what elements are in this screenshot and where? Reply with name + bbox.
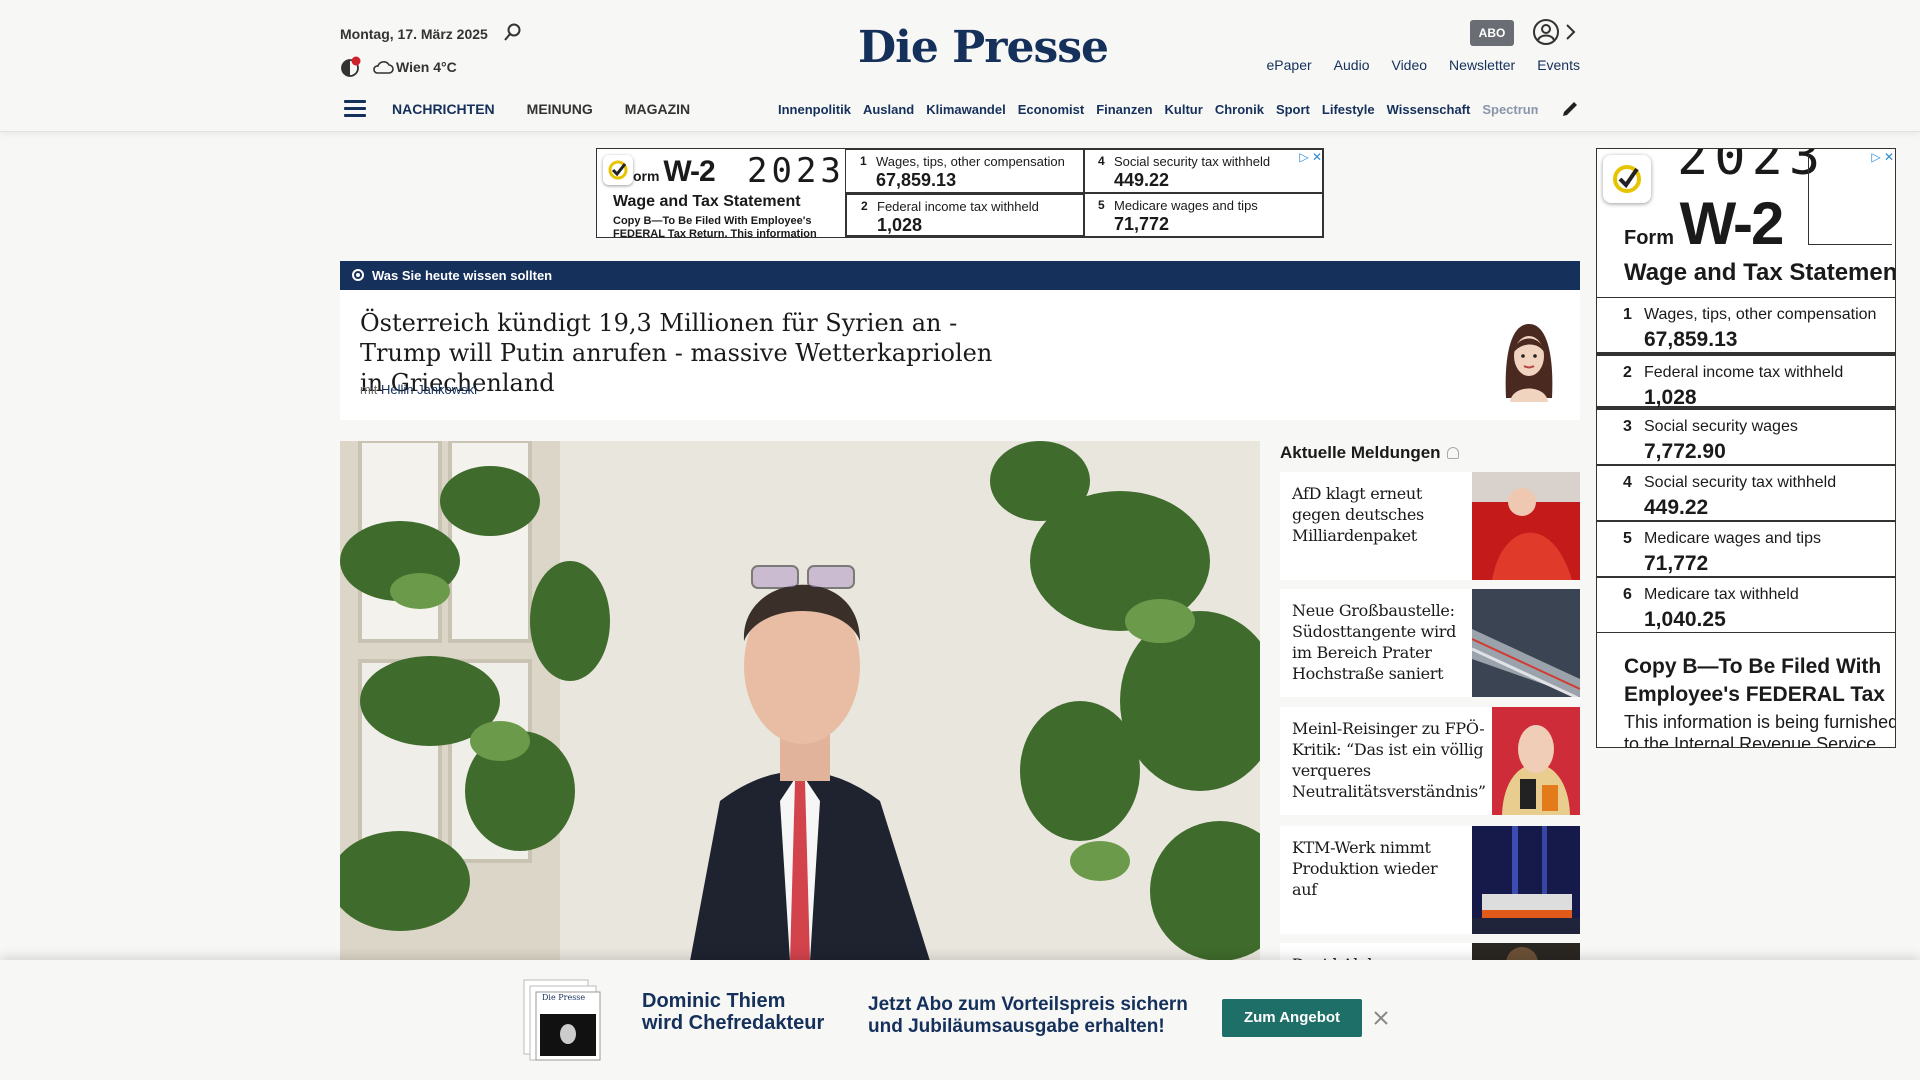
ad-copy-b: Copy B—To Be Filed With Employee's FEDER…	[613, 215, 817, 237]
link-events[interactable]: Events	[1537, 57, 1580, 73]
sky-row-2: 2 Federal income tax withheld 1,028	[1597, 353, 1895, 409]
news-item[interactable]: Neue Großbaustelle: Südosttangente wird …	[1280, 589, 1580, 697]
news-item[interactable]: KTM-Werk nimmt Produktion wieder auf	[1280, 826, 1580, 934]
ad-cell-5: 5 Medicare wages and tips 71,772	[1083, 193, 1323, 237]
nav-kultur[interactable]: Kultur	[1165, 102, 1203, 117]
news-item-image	[1472, 589, 1580, 697]
ad-cell-1: 1 Wages, tips, other compensation 67,859.1…	[845, 149, 1085, 193]
briefing-label: Was Sie heute wissen sollten	[372, 268, 553, 283]
svg-text:Die Presse: Die Presse	[542, 993, 585, 1002]
sky-copy-b: Copy B—To Be Filed With Employee's FEDERA…	[1624, 655, 1885, 706]
check-badge-icon	[603, 155, 633, 185]
sky-row-5: 5 Medicare wages and tips 71,772	[1597, 521, 1895, 577]
ad-cell-4: 4 Social security tax withheld 449.22	[1083, 149, 1323, 193]
sky-year: 2023	[1677, 148, 1827, 187]
news-item-image	[1472, 472, 1580, 580]
main-navigation: NACHRICHTEN MEINUNG MAGAZIN Innenpolitik…	[340, 97, 1580, 123]
top-links: ePaper Audio Video Newsletter Events	[1267, 57, 1580, 73]
news-item-text: KTM-Werk nimmt Produktion wieder auf	[1292, 838, 1438, 899]
sky-info: This information is being furnished to th…	[1624, 712, 1896, 748]
news-item[interactable]: Meinl-Reisinger zu FPÖ-Kritik: “Das ist …	[1280, 707, 1580, 815]
nav-nachrichten[interactable]: NACHRICHTEN	[392, 101, 495, 117]
nav-wissenschaft[interactable]: Wissenschaft	[1387, 102, 1471, 117]
bell-icon[interactable]	[1446, 447, 1459, 459]
sky-row-1: 1 Wages, tips, other compensation 67,859.1…	[1597, 297, 1895, 353]
nav-ausland[interactable]: Ausland	[863, 102, 914, 117]
briefing-card[interactable]: Österreich kündigt 19,3 Millionen für Sy…	[340, 290, 1580, 420]
sky-row-6: 6 Medicare tax withheld 1,040.25	[1597, 577, 1895, 633]
nav-finanzen[interactable]: Finanzen	[1096, 102, 1152, 117]
link-video[interactable]: Video	[1391, 57, 1427, 73]
link-newsletter[interactable]: Newsletter	[1449, 57, 1515, 73]
link-epaper[interactable]: ePaper	[1267, 57, 1312, 73]
news-section-title: Aktuelle Meldungen	[1280, 443, 1459, 463]
nav-lifestyle[interactable]: Lifestyle	[1322, 102, 1375, 117]
adchoices-icon[interactable]: ▷ ✕	[1871, 150, 1894, 164]
ad-left-panel: orm W-2 2023 Wage and Tax Statement Copy…	[597, 149, 845, 237]
nav-meinung[interactable]: MEINUNG	[527, 101, 593, 117]
link-audio[interactable]: Audio	[1334, 57, 1370, 73]
author-link[interactable]: Hellin Jankowski	[381, 382, 477, 397]
nav-innenpolitik[interactable]: Innenpolitik	[778, 102, 851, 117]
newspaper-stack-image: Die Presse	[523, 979, 601, 1061]
nav-sport[interactable]: Sport	[1276, 102, 1310, 117]
ad-title: Wage and Tax Statement	[613, 193, 801, 210]
promo-text: Jetzt Abo zum Vorteilspreis sichern und J…	[868, 994, 1188, 1037]
news-item-text: Meinl-Reisinger zu FPÖ-Kritik: “Das ist …	[1292, 719, 1486, 801]
header-inner: Montag, 17. März 2025 Wien 4°C Die Press…	[340, 0, 1580, 132]
nav-magazin[interactable]: MAGAZIN	[625, 101, 690, 117]
site-logo[interactable]: Die Presse	[858, 22, 1109, 73]
user-account-icon[interactable]	[1532, 18, 1560, 46]
ad-year: 2023	[747, 151, 845, 191]
sky-corner-box	[1808, 155, 1892, 245]
chevron-right-icon[interactable]	[1564, 22, 1576, 42]
abo-button[interactable]: ABO	[1470, 20, 1514, 46]
nav-klimawandel[interactable]: Klimawandel	[926, 102, 1005, 117]
sky-title: Wage and Tax Statemen	[1624, 259, 1896, 286]
briefing-bar: Was Sie heute wissen sollten	[340, 261, 1580, 290]
news-item-text: AfD klagt erneut gegen deutsches Milliar…	[1292, 484, 1424, 545]
search-icon[interactable]	[503, 22, 523, 42]
nav-spectrum[interactable]: Spectrum	[1482, 102, 1538, 117]
cloud-icon	[373, 61, 394, 74]
w2-banner-ad[interactable]: orm W-2 2023 Wage and Tax Statement Copy…	[596, 148, 1324, 238]
adchoices-icon[interactable]: ▷ ✕	[1299, 150, 1322, 164]
section-nav: Innenpolitik Ausland Klimawandel Economi…	[778, 102, 1538, 117]
subscription-promo-bar: Die Presse Dominic Thiem wird Chefredakte…	[0, 960, 1920, 1080]
sky-form-label: Form W-2	[1624, 190, 1784, 257]
ad-form-label: orm W-2	[633, 155, 716, 188]
news-item[interactable]: AfD klagt erneut gegen deutsches Milliar…	[1280, 472, 1580, 580]
author-avatar	[1505, 324, 1553, 402]
zum-angebot-button[interactable]: Zum Angebot	[1222, 999, 1362, 1037]
site-header: Montag, 17. März 2025 Wien 4°C Die Press…	[0, 0, 1920, 132]
close-icon[interactable]	[1371, 1008, 1391, 1028]
w2-skyscraper-ad[interactable]: 2023 Form W-2 Wage and Tax Statemen 1 Wag…	[1596, 148, 1896, 748]
radio-icon	[352, 269, 364, 281]
dark-mode-icon[interactable]	[340, 56, 362, 78]
hamburger-menu-icon[interactable]	[344, 100, 366, 118]
briefing-author: mit Hellin Jankowski	[360, 382, 478, 397]
primary-nav: NACHRICHTEN MEINUNG MAGAZIN	[392, 101, 690, 117]
weather-label: Wien 4°C	[396, 59, 457, 75]
current-date: Montag, 17. März 2025	[340, 26, 488, 42]
hero-image[interactable]	[340, 441, 1260, 961]
news-item-image	[1492, 707, 1580, 815]
news-item-text: Neue Großbaustelle: Südosttangente wird …	[1292, 601, 1457, 683]
promo-headline: Dominic Thiem wird Chefredakteur	[642, 990, 825, 1034]
pencil-icon[interactable]	[1560, 99, 1580, 119]
news-item-image	[1472, 826, 1580, 934]
ad-cell-2: 2 Federal income tax withheld 1,028	[845, 193, 1085, 237]
nav-economist[interactable]: Economist	[1018, 102, 1084, 117]
sky-row-4: 4 Social security tax withheld 449.22	[1597, 465, 1895, 521]
nav-chronik[interactable]: Chronik	[1215, 102, 1264, 117]
sky-row-3: 3 Social security wages 7,772.90	[1597, 409, 1895, 465]
